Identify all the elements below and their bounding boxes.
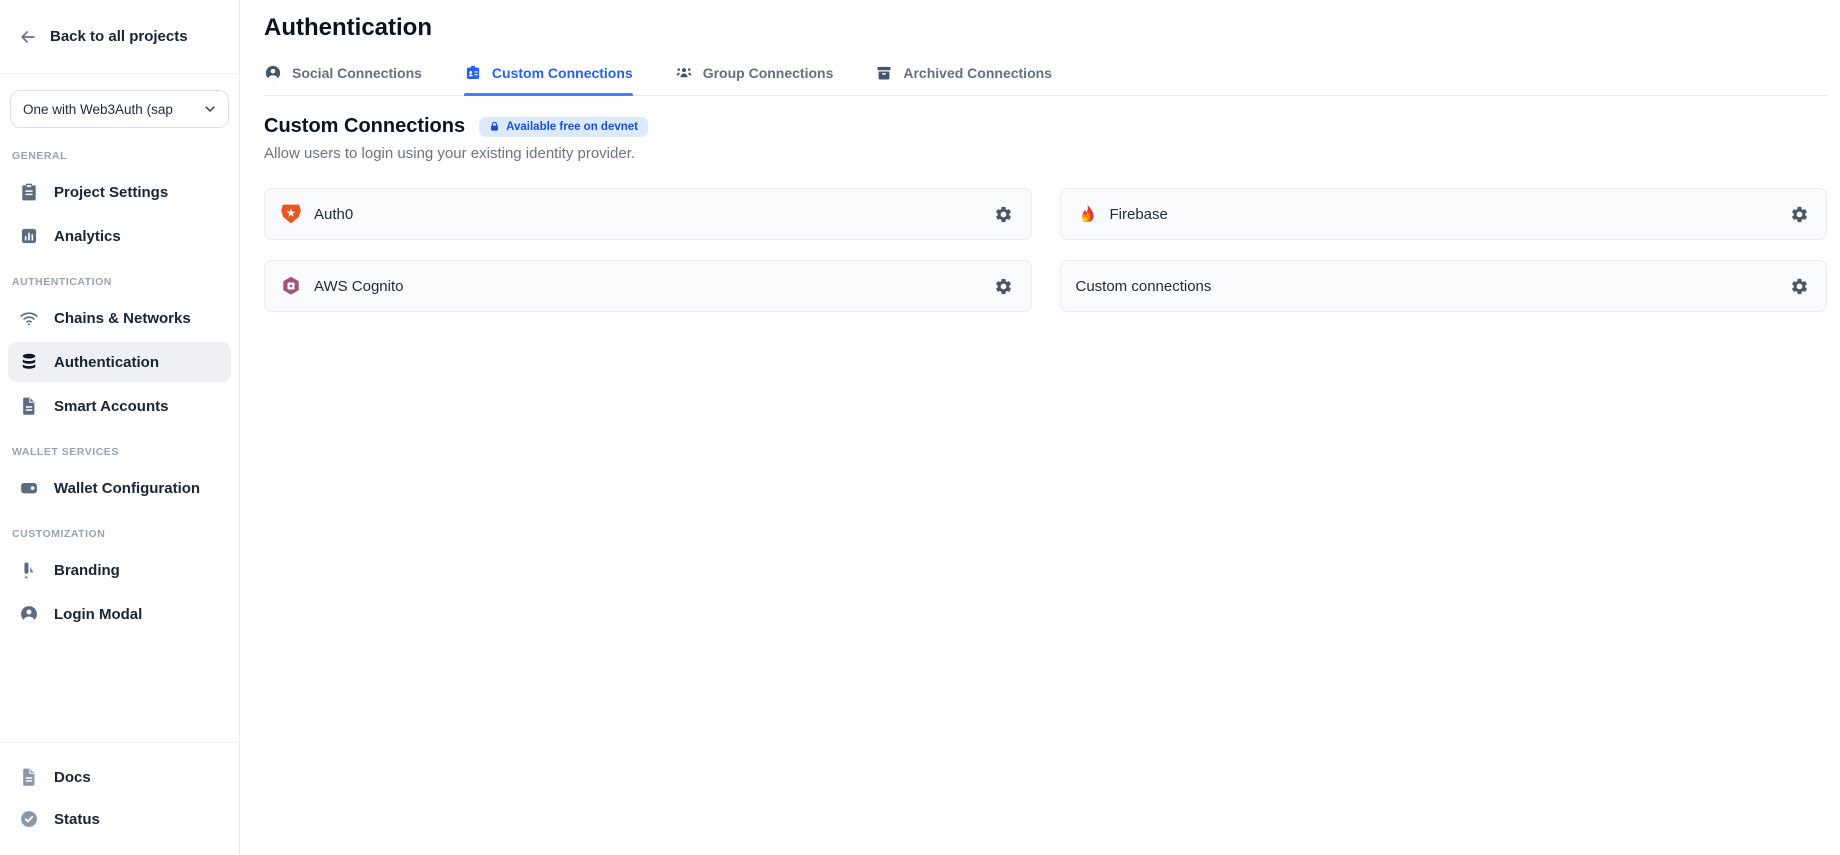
sidebar-item-label: Docs xyxy=(54,769,91,786)
document-icon xyxy=(19,396,39,416)
sidebar-item-label: Authentication xyxy=(54,354,159,371)
database-icon xyxy=(19,352,39,372)
aws-cognito-logo-icon xyxy=(280,275,302,297)
connection-name: Auth0 xyxy=(314,206,353,223)
connection-name: Custom connections xyxy=(1076,278,1212,295)
sidebar-item-label: Login Modal xyxy=(54,606,142,623)
connection-card-custom-connections[interactable]: Custom connections xyxy=(1060,260,1828,312)
tab-label: Archived Connections xyxy=(903,65,1052,81)
card-left: AWS Cognito xyxy=(280,275,403,297)
branding-icon xyxy=(19,560,39,580)
users-icon xyxy=(675,64,693,82)
bar-chart-icon xyxy=(19,226,39,246)
sidebar-spacer xyxy=(0,636,239,742)
section-label-general: GENERAL xyxy=(0,132,239,170)
arrow-left-icon xyxy=(18,27,38,47)
wallet-icon xyxy=(19,478,39,498)
tab-archived-connections[interactable]: Archived Connections xyxy=(875,64,1052,95)
sidebar-item-label: Status xyxy=(54,811,100,828)
sidebar-footer: Docs Status xyxy=(0,742,239,855)
user-circle-icon xyxy=(19,604,39,624)
lock-icon xyxy=(489,121,500,132)
sidebar-item-label: Chains & Networks xyxy=(54,310,191,327)
gear-icon[interactable] xyxy=(992,274,1016,298)
sidebar-item-smart-accounts[interactable]: Smart Accounts xyxy=(8,386,231,426)
section-label-customization: CUSTOMIZATION xyxy=(0,510,239,548)
auth0-logo-icon xyxy=(280,203,302,225)
id-badge-icon xyxy=(464,64,482,82)
tab-label: Social Connections xyxy=(292,65,422,81)
connection-card-firebase[interactable]: Firebase xyxy=(1060,188,1828,240)
section-label-wallet-services: WALLET SERVICES xyxy=(0,428,239,466)
document-icon xyxy=(19,767,39,787)
main-content: Authentication Social Connections Custom… xyxy=(240,0,1840,855)
sidebar-item-label: Project Settings xyxy=(54,184,168,201)
gear-icon[interactable] xyxy=(1787,202,1811,226)
sidebar-item-label: Branding xyxy=(54,562,120,579)
sidebar-item-status[interactable]: Status xyxy=(8,799,231,839)
back-label: Back to all projects xyxy=(50,28,188,45)
check-circle-icon xyxy=(19,809,39,829)
section-header: Custom Connections Available free on dev… xyxy=(264,115,1827,138)
sidebar-item-project-settings[interactable]: Project Settings xyxy=(8,172,231,212)
tab-label: Group Connections xyxy=(703,65,834,81)
card-left: Custom connections xyxy=(1076,278,1212,295)
firebase-logo-icon xyxy=(1076,203,1098,225)
sidebar-item-docs[interactable]: Docs xyxy=(8,757,231,797)
page-title: Authentication xyxy=(264,14,1827,42)
sidebar-item-chains-networks[interactable]: Chains & Networks xyxy=(8,298,231,338)
archive-icon xyxy=(875,64,893,82)
gear-icon[interactable] xyxy=(1787,274,1811,298)
sidebar-item-label: Analytics xyxy=(54,228,121,245)
project-selector-value: One with Web3Auth (sap xyxy=(23,102,200,117)
tab-label: Custom Connections xyxy=(492,65,633,81)
tab-group-connections[interactable]: Group Connections xyxy=(675,64,834,95)
sidebar-item-login-modal[interactable]: Login Modal xyxy=(8,594,231,634)
project-selector[interactable]: One with Web3Auth (sap xyxy=(10,90,229,128)
card-left: Auth0 xyxy=(280,203,353,225)
section-subtitle: Allow users to login using your existing… xyxy=(264,145,1827,162)
badge-label: Available free on devnet xyxy=(506,121,638,133)
sidebar-item-label: Smart Accounts xyxy=(54,398,168,415)
sidebar-item-wallet-configuration[interactable]: Wallet Configuration xyxy=(8,468,231,508)
sidebar-item-label: Wallet Configuration xyxy=(54,480,200,497)
tab-bar: Social Connections Custom Connections Gr… xyxy=(264,64,1827,96)
connection-cards-grid: Auth0 Firebase AWS Cognito xyxy=(264,188,1827,312)
section-title: Custom Connections xyxy=(264,115,465,138)
section-label-authentication: AUTHENTICATION xyxy=(0,258,239,296)
user-circle-icon xyxy=(264,64,282,82)
sidebar: Back to all projects One with Web3Auth (… xyxy=(0,0,240,855)
wifi-icon xyxy=(19,308,39,328)
back-to-projects-link[interactable]: Back to all projects xyxy=(0,0,239,74)
gear-icon[interactable] xyxy=(992,202,1016,226)
connection-card-aws-cognito[interactable]: AWS Cognito xyxy=(264,260,1032,312)
sidebar-item-analytics[interactable]: Analytics xyxy=(8,216,231,256)
clipboard-icon xyxy=(19,182,39,202)
tab-custom-connections[interactable]: Custom Connections xyxy=(464,64,633,95)
sidebar-item-authentication[interactable]: Authentication xyxy=(8,342,231,382)
tab-social-connections[interactable]: Social Connections xyxy=(264,64,422,95)
sidebar-item-branding[interactable]: Branding xyxy=(8,550,231,590)
connection-card-auth0[interactable]: Auth0 xyxy=(264,188,1032,240)
card-left: Firebase xyxy=(1076,203,1168,225)
connection-name: AWS Cognito xyxy=(314,278,403,295)
devnet-badge: Available free on devnet xyxy=(479,117,648,137)
chevron-down-icon xyxy=(202,101,218,117)
connection-name: Firebase xyxy=(1110,206,1168,223)
